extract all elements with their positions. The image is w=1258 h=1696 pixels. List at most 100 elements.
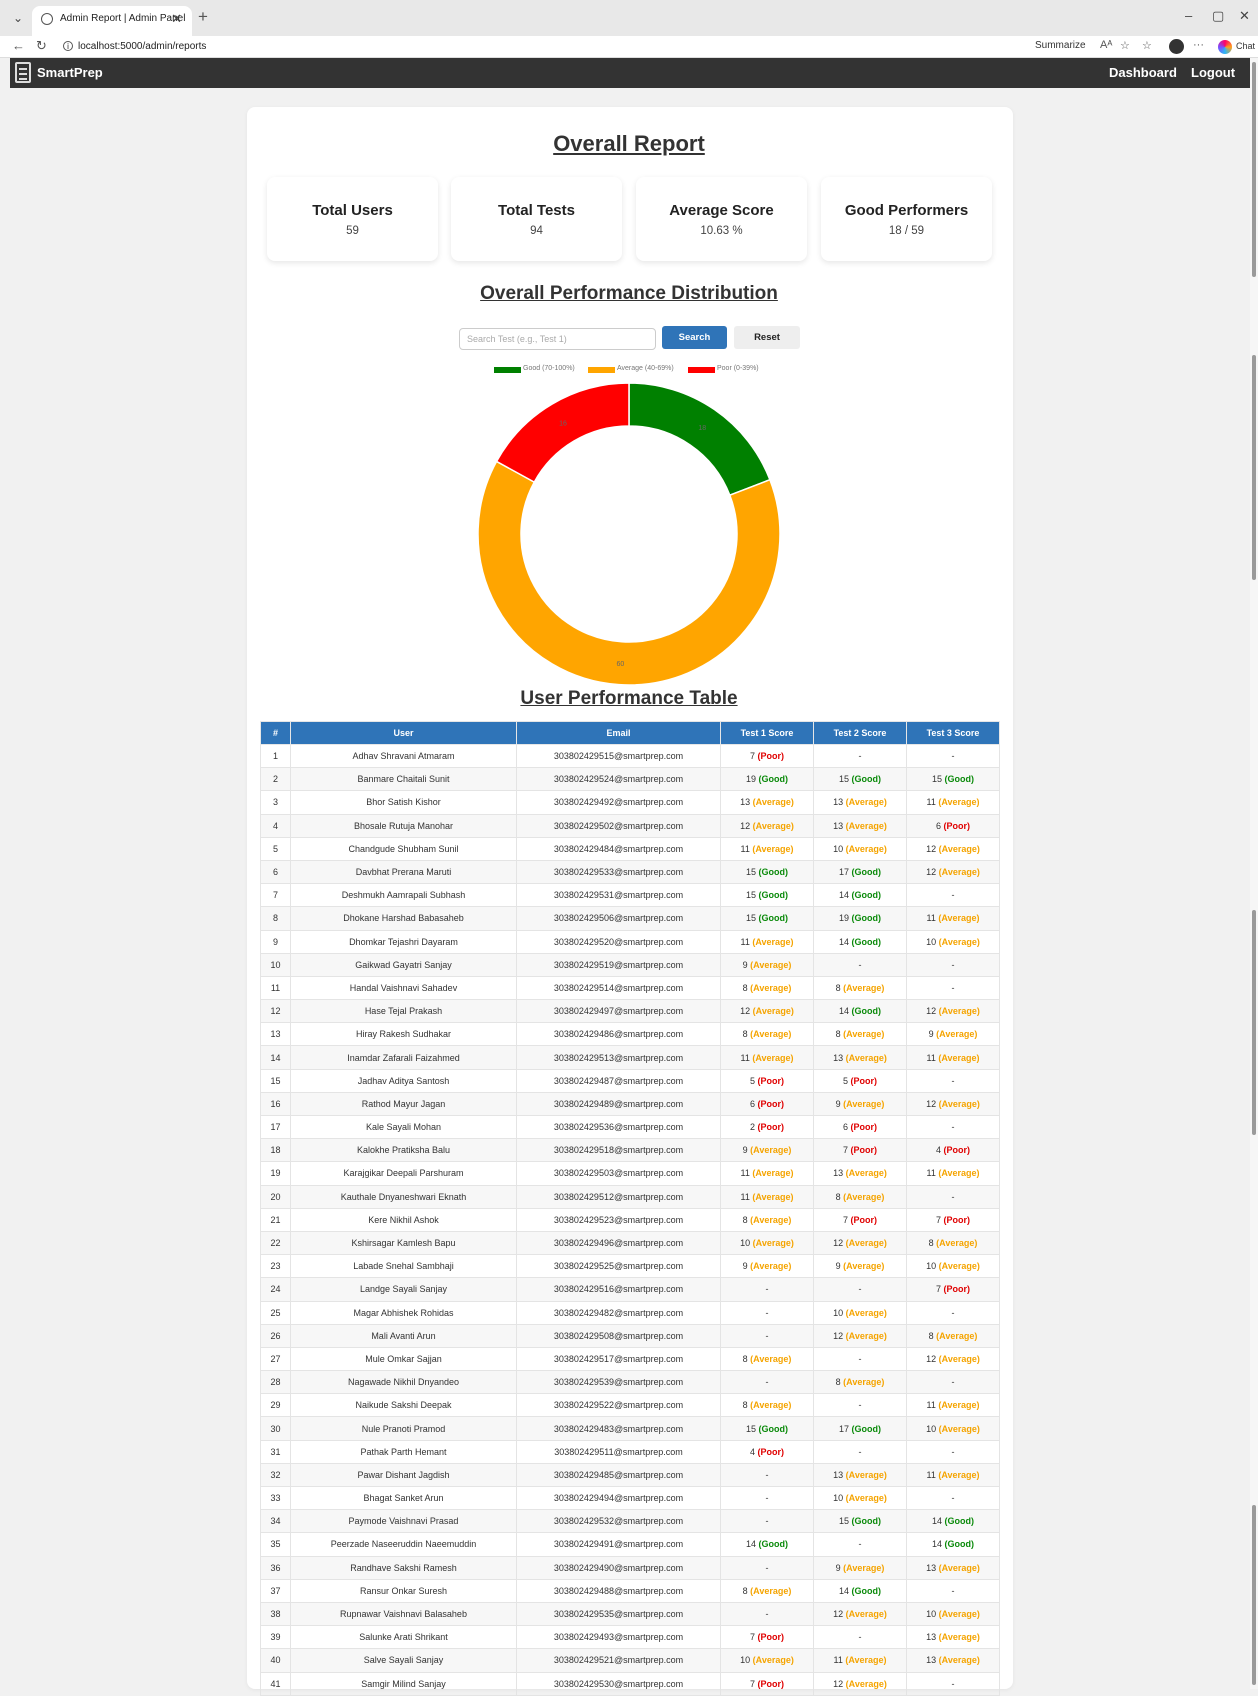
score-status-label: (Poor) [757, 1678, 785, 1689]
back-icon[interactable]: ← [12, 38, 25, 53]
score-cell: 11 (Average) [720, 836, 814, 861]
score-status-label: (Poor) [757, 1075, 785, 1086]
score-cell: 7 (Poor) [720, 743, 814, 769]
close-window-icon[interactable]: ✕ [1239, 8, 1250, 24]
user-name-cell: Kauthale Dnyaneshwari Eknath [290, 1184, 517, 1209]
email-cell: 303802429483@smartprep.com [516, 1416, 721, 1441]
score-status-label: (Average) [843, 1029, 885, 1040]
row-number-cell: 3 [260, 790, 291, 815]
score-cell: 17 (Good) [813, 859, 907, 885]
read-aloud-icon[interactable]: Aᴬ [1100, 39, 1112, 51]
table-row: 13 Hiray Rakesh Sudhakar 303802429486@smar… [260, 1022, 1000, 1047]
stat-value: 10.63 % [700, 225, 743, 237]
nav-logout-link[interactable]: Logout [1191, 65, 1235, 80]
score-cell: 10 (Average) [906, 929, 1000, 954]
email-cell: 303802429524@smartprep.com [516, 767, 721, 792]
user-name-cell: Magar Abhishek Rohidas [290, 1300, 517, 1325]
scrollbar-thumb[interactable] [1252, 1505, 1256, 1685]
browser-tab[interactable]: Admin Report | Admin Panel ✕ [32, 6, 192, 36]
score-status-label: (Good) [944, 1516, 975, 1527]
user-name-cell: Bhosale Rutuja Manohar [290, 813, 517, 838]
donut-slice-good[interactable] [628, 382, 771, 497]
row-number-cell: 14 [260, 1045, 291, 1070]
stat-total-tests: Total Tests 94 [451, 177, 622, 261]
favorites-list-icon[interactable]: ☆ [1142, 39, 1152, 52]
user-name-cell: Nagawade Nikhil Dnyandeo [290, 1370, 517, 1395]
maximize-icon[interactable]: ▢ [1212, 8, 1224, 24]
table-row: 6 Davbhat Prerana Maruti 303802429533@smar… [260, 859, 1000, 885]
refresh-icon[interactable]: ↻ [36, 38, 47, 54]
row-number-cell: 12 [260, 999, 291, 1024]
score-cell: 11 (Average) [906, 790, 1000, 815]
score-cell: 7 (Poor) [813, 1207, 907, 1232]
search-button[interactable]: Search [662, 326, 727, 349]
url-field[interactable]: i localhost:5000/admin/reports [58, 38, 458, 55]
chat-button[interactable]: Chat [1236, 41, 1255, 51]
score-cell: 11 (Average) [906, 1393, 1000, 1418]
score-cell: 9 (Average) [813, 1254, 907, 1279]
score-status-label: (Average) [843, 1191, 885, 1202]
user-name-cell: Mule Omkar Sajjan [290, 1346, 517, 1372]
score-status-label: (Average) [752, 1655, 794, 1666]
stat-label: Total Tests [498, 202, 575, 219]
site-info-icon[interactable]: i [63, 41, 73, 51]
scrollbar-thumb[interactable] [1252, 355, 1256, 580]
donut-slice-poor[interactable] [495, 382, 630, 484]
table-header-cell: User [290, 721, 517, 745]
search-test-input[interactable] [459, 328, 656, 350]
donut-slice-average[interactable] [477, 460, 781, 686]
email-cell: 303802429490@smartprep.com [516, 1555, 721, 1580]
score-cell: - [813, 952, 907, 977]
legend-label-poor[interactable]: Poor (0-39%) [717, 365, 759, 372]
minimize-icon[interactable]: – [1185, 8, 1192, 23]
score-status-label: (Good) [851, 1585, 882, 1596]
table-row: 29 Naikude Sakshi Deepak 303802429522@smar… [260, 1393, 1000, 1418]
score-status-label: (Good) [851, 1516, 882, 1527]
score-cell: 12 (Average) [813, 1230, 907, 1256]
row-number-cell: 20 [260, 1184, 291, 1209]
score-status-label: (Average) [752, 820, 794, 831]
scrollbar-thumb[interactable] [1252, 62, 1256, 277]
nav-dashboard-link[interactable]: Dashboard [1109, 65, 1177, 80]
profile-avatar[interactable] [1169, 39, 1184, 54]
score-status-label: (Average) [938, 867, 980, 878]
score-cell: 15 (Good) [813, 1509, 907, 1534]
reset-button[interactable]: Reset [734, 326, 800, 349]
scrollbar-thumb[interactable] [1252, 910, 1256, 1135]
score-status-label: (Average) [938, 843, 980, 854]
copilot-icon[interactable] [1218, 40, 1232, 54]
new-tab-icon[interactable]: + [198, 7, 208, 27]
score-status-label: (Poor) [850, 1145, 878, 1156]
score-cell: 10 (Average) [813, 1300, 907, 1325]
score-cell: 13 (Average) [906, 1555, 1000, 1580]
legend-swatch-average[interactable] [588, 367, 615, 373]
legend-swatch-poor[interactable] [688, 367, 715, 373]
favorite-star-icon[interactable]: ☆ [1120, 39, 1130, 52]
score-status-label: (Average) [938, 936, 980, 947]
score-cell: 14 (Good) [720, 1532, 814, 1557]
user-name-cell: Dhokane Harshad Babasaheb [290, 906, 517, 931]
legend-swatch-good[interactable] [494, 367, 521, 373]
table-row: 5 Chandgude Shubham Sunil 303802429484@sma… [260, 836, 1000, 861]
more-options-icon[interactable]: ··· [1193, 39, 1204, 51]
email-cell: 303802429530@smartprep.com [516, 1671, 721, 1696]
performance-donut-chart[interactable]: 18 60 16 [474, 379, 784, 689]
tab-close-icon[interactable]: ✕ [171, 6, 182, 32]
user-name-cell: Paymode Vaishnavi Prasad [290, 1509, 517, 1534]
score-status-label: (Average) [750, 1029, 792, 1040]
score-status-label: (Average) [936, 1238, 978, 1249]
legend-label-good[interactable]: Good (70-100%) [523, 365, 575, 372]
score-cell: 12 (Average) [813, 1601, 907, 1627]
score-cell: 12 (Average) [906, 859, 1000, 885]
brand-name[interactable]: SmartPrep [37, 65, 103, 80]
row-number-cell: 11 [260, 975, 291, 1001]
user-name-cell: Rupnawar Vaishnavi Balasaheb [290, 1601, 517, 1627]
tab-list-chevron-icon[interactable]: ⌄ [8, 8, 28, 28]
stat-label: Average Score [669, 202, 774, 219]
table-row: 36 Randhave Sakshi Ramesh 303802429490@sma… [260, 1555, 1000, 1580]
row-number-cell: 19 [260, 1161, 291, 1186]
summarize-button[interactable]: Summarize [1035, 40, 1086, 51]
score-cell: 13 (Average) [906, 1625, 1000, 1650]
legend-label-average[interactable]: Average (40-69%) [617, 365, 674, 372]
score-cell: - [720, 1485, 814, 1511]
